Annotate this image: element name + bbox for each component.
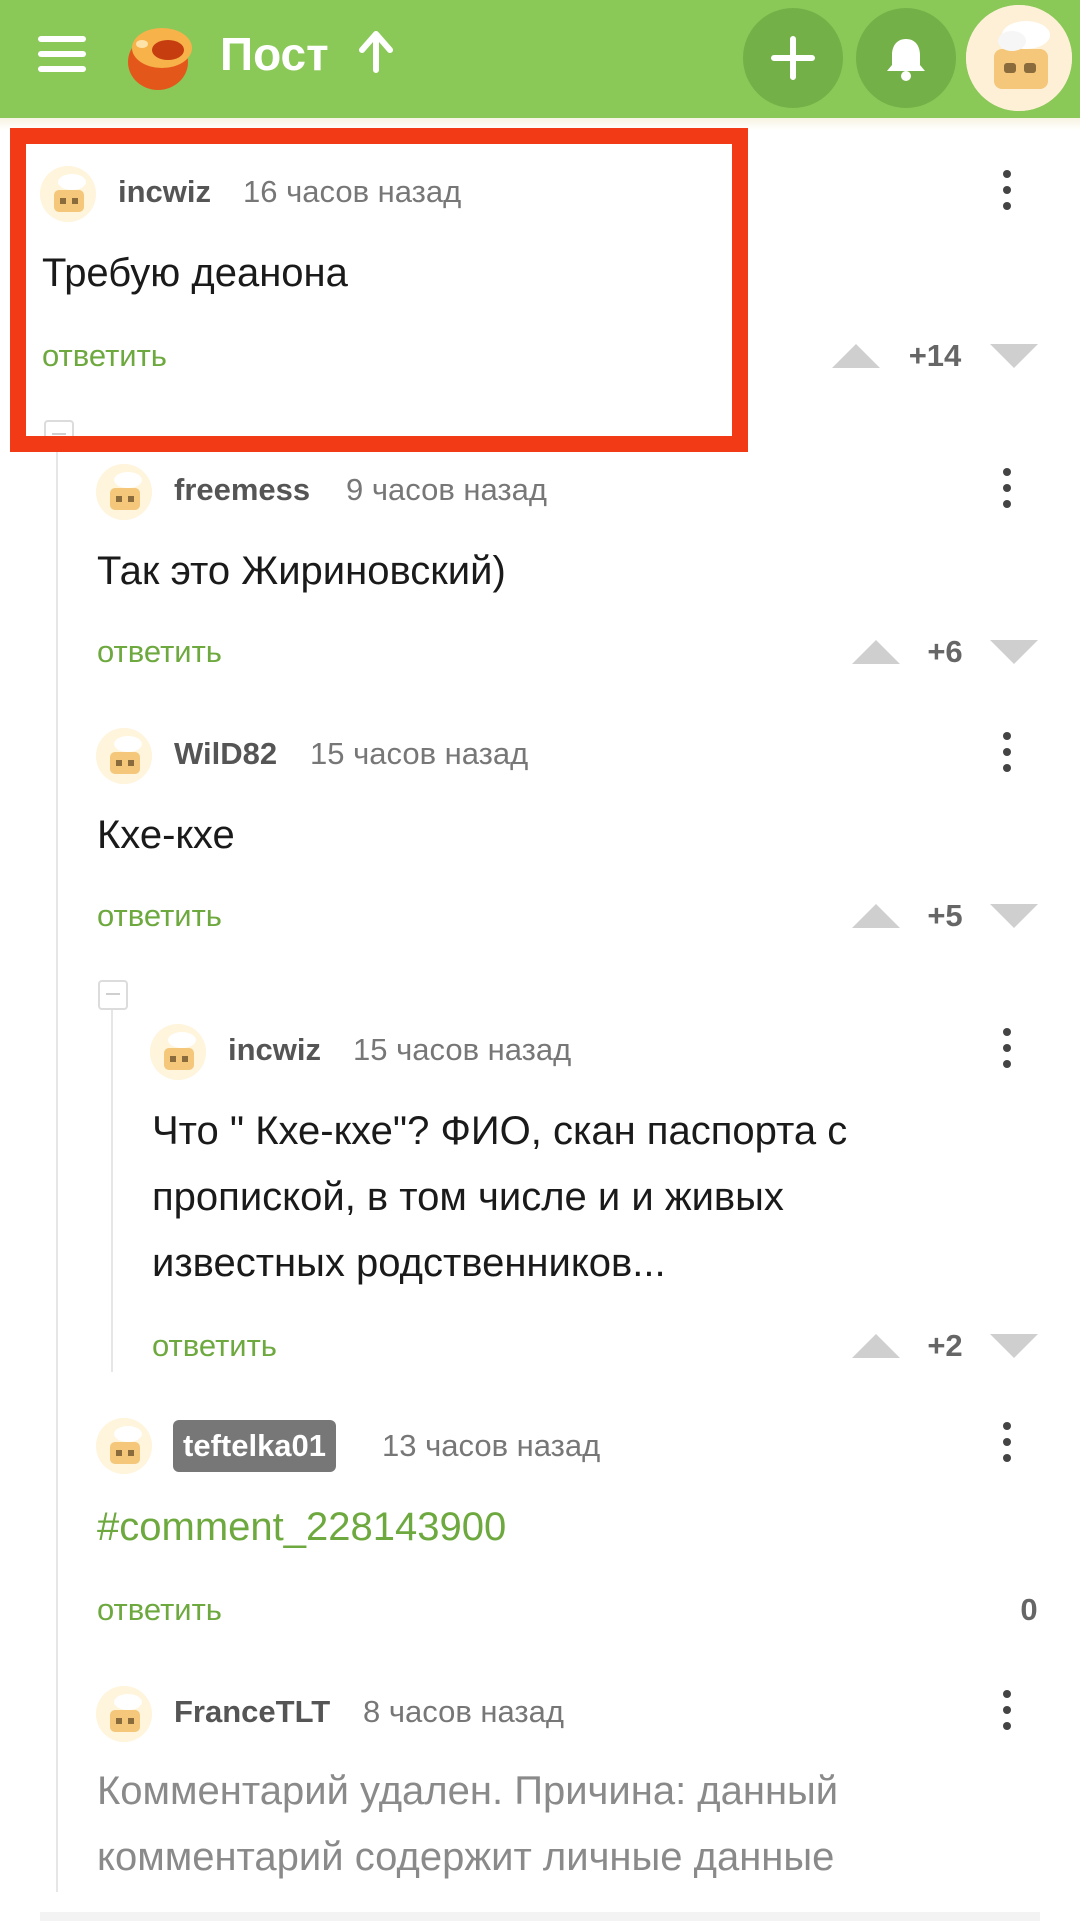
more-options-icon[interactable] bbox=[992, 1690, 1022, 1740]
comment-author[interactable]: freemess bbox=[174, 470, 310, 510]
comment-rating: +6 bbox=[927, 634, 963, 669]
vote-up-icon[interactable] bbox=[850, 1332, 902, 1360]
more-options-icon[interactable] bbox=[992, 468, 1022, 518]
reply-button[interactable]: ответить bbox=[152, 1326, 277, 1366]
more-options-icon[interactable] bbox=[992, 732, 1022, 782]
plus-icon bbox=[771, 36, 815, 80]
avatar-image bbox=[966, 5, 1072, 111]
bell-icon bbox=[887, 39, 925, 81]
comment-author[interactable]: incwiz bbox=[228, 1030, 321, 1070]
reply-button[interactable]: ответить bbox=[97, 632, 222, 672]
comment-author[interactable]: WilD82 bbox=[174, 734, 277, 774]
comment-deleted-text: Комментарий удален. Причина: данный bbox=[97, 1769, 839, 1813]
comment-time: 9 часов назад bbox=[346, 472, 547, 507]
bottom-divider bbox=[40, 1912, 1040, 1921]
comment-text-line: Что " Кхе-кхе"? ФИО, скан паспорта с bbox=[152, 1109, 848, 1153]
comment-text-line: пропиской, в том числе и и живых bbox=[152, 1175, 784, 1219]
page-title: Пост bbox=[220, 28, 329, 80]
comment-time: 13 часов назад bbox=[382, 1428, 601, 1463]
comment-text-line: известных родственников... bbox=[152, 1241, 666, 1285]
collapse-thread-button[interactable] bbox=[98, 980, 128, 1010]
hamburger-icon[interactable] bbox=[38, 36, 86, 76]
comment-deleted-text: комментарий содержит личные данные bbox=[97, 1835, 835, 1879]
comment-time: 8 часов назад bbox=[363, 1694, 564, 1729]
notifications-button[interactable] bbox=[856, 8, 956, 108]
comment-author[interactable]: FranceTLT bbox=[174, 1692, 330, 1732]
comment-link[interactable]: #comment_228143900 bbox=[97, 1502, 506, 1552]
thread-line-nested bbox=[111, 1006, 113, 1372]
vote-up-icon[interactable] bbox=[830, 342, 882, 370]
user-avatar[interactable] bbox=[966, 5, 1072, 111]
avatar[interactable] bbox=[96, 728, 152, 784]
highlight-frame bbox=[10, 128, 748, 452]
comment-rating: +14 bbox=[908, 338, 962, 373]
comment-text: Кхе-кхе bbox=[97, 813, 235, 857]
comment-author-badge[interactable]: teftelka01 bbox=[173, 1420, 337, 1472]
thread-line bbox=[56, 432, 58, 1892]
add-post-button[interactable] bbox=[743, 8, 843, 108]
avatar-image bbox=[96, 728, 152, 784]
reply-button[interactable]: ответить bbox=[97, 896, 222, 936]
top-bar: Пост bbox=[0, 0, 1080, 118]
avatar[interactable] bbox=[96, 1686, 152, 1742]
comment-rating: 0 bbox=[1020, 1592, 1038, 1627]
reply-button[interactable]: ответить bbox=[97, 1590, 222, 1630]
comment-time: 15 часов назад bbox=[353, 1032, 572, 1067]
vote-up-icon[interactable] bbox=[850, 638, 902, 666]
arrow-up-icon[interactable] bbox=[356, 30, 396, 74]
avatar-image bbox=[96, 464, 152, 520]
pikabu-logo[interactable] bbox=[118, 18, 196, 96]
more-options-icon[interactable] bbox=[992, 170, 1022, 220]
comment-rating: +2 bbox=[927, 1328, 963, 1363]
avatar-image bbox=[150, 1024, 206, 1080]
comment-text: Так это Жириновский) bbox=[97, 549, 506, 593]
avatar-image bbox=[96, 1418, 152, 1474]
vote-up-icon[interactable] bbox=[850, 902, 902, 930]
vote-down-icon[interactable] bbox=[988, 638, 1040, 666]
more-options-icon[interactable] bbox=[992, 1422, 1022, 1472]
avatar-image bbox=[96, 1686, 152, 1742]
comment-time: 15 часов назад bbox=[310, 736, 529, 771]
vote-down-icon[interactable] bbox=[988, 902, 1040, 930]
vote-down-icon[interactable] bbox=[988, 342, 1040, 370]
more-options-icon[interactable] bbox=[992, 1028, 1022, 1078]
vote-down-icon[interactable] bbox=[988, 1332, 1040, 1360]
avatar[interactable] bbox=[96, 464, 152, 520]
comment-rating: +5 bbox=[927, 898, 963, 933]
avatar[interactable] bbox=[150, 1024, 206, 1080]
avatar[interactable] bbox=[96, 1418, 152, 1474]
